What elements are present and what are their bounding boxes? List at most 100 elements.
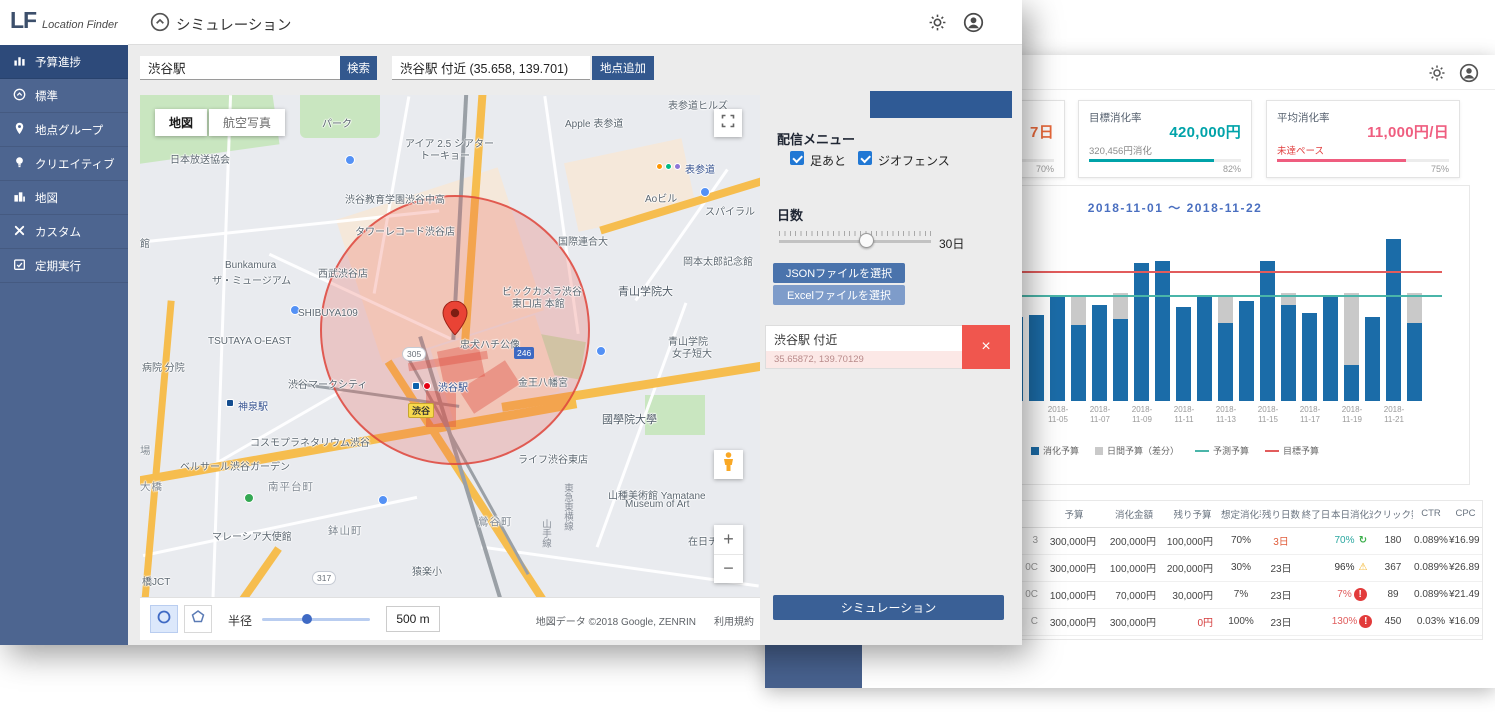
kpi-value: 11,000円/日 [1367,121,1449,142]
chart-bar [1113,293,1128,401]
map-label: 東急東横線 [560,483,574,531]
app-logo: LF Location Finder [0,0,128,45]
column-header: 残り予算 [1164,501,1221,527]
map-label: 表参道 [685,161,715,176]
remove-location-button[interactable]: × [962,325,1010,369]
radius-slider-handle[interactable] [302,614,312,624]
logo-name: Location Finder [42,19,118,31]
selected-location-field[interactable] [392,56,590,80]
sidebar-item-location-group[interactable]: 地点グループ [0,113,128,147]
map-label: 女子短大 [672,345,712,360]
chart-line-target [954,271,1442,273]
days-slider[interactable] [779,240,931,243]
pace-status-icon: ! [1354,588,1367,601]
cell-days-left: 23日 [1261,581,1301,608]
map-label: TSUTAYA O-EAST [208,336,291,347]
keyword-input[interactable] [140,56,340,80]
legend-label: 目標予算 [1283,444,1319,457]
cell-pace: 7%! [1331,581,1373,608]
select-excel-file-button[interactable]: Excelファイルを選択 [773,285,905,305]
chart-bar [1281,293,1296,401]
chart-bar [1302,313,1317,401]
zoom-out-button[interactable]: − [714,555,743,584]
fullscreen-button[interactable] [714,109,742,137]
settings-gear-icon[interactable] [1428,64,1446,87]
fullscreen-icon [721,114,735,133]
panel-top-clipped-button[interactable] [870,91,1012,118]
map-label: ベルサール渋谷ガーデン [180,458,290,473]
chart-bar [1092,305,1107,401]
kpi-label: 平均消化率 [1277,110,1330,125]
sidebar-item-budget-progress[interactable]: 予算進捗 [0,45,128,79]
map-label: 大橋 [140,479,163,494]
cell-end-date [1301,527,1331,554]
content-area: 日本放送協会パークアイア 2.5 シアタートーキョーApple 表参道表参道ヒル… [128,90,1022,645]
polygon-tool-icon [190,609,206,630]
footprint-checkbox[interactable] [790,151,804,165]
chart-bar [1344,293,1359,401]
cell-clicks: 89 [1373,581,1413,608]
header: シミュレーション [128,0,1022,45]
column-header: CTR [1413,501,1449,527]
map-label: パーク [322,115,352,130]
chart-bar [1155,261,1170,401]
location-list-item: 渋谷駅 付近 35.65872, 139.70129 × [765,325,1010,369]
map-canvas[interactable]: 日本放送協会パークアイア 2.5 シアタートーキョーApple 表参道表参道ヒル… [140,95,760,640]
map-label: 館 [140,235,150,250]
column-header: 消化金額 [1104,501,1164,527]
radius-value-field[interactable]: 500 m [386,606,440,632]
sidebar-item-scheduled-run[interactable]: 定期実行 [0,249,128,283]
street-view-pegman-button[interactable] [714,450,743,479]
map-label: 渋谷教育学園渋谷中高 [345,191,445,206]
cell-end-date [1301,554,1331,581]
page-title: シミュレーション [176,14,291,35]
zoom-in-button[interactable]: + [714,525,743,555]
column-header: 残り日数 [1261,501,1301,527]
map-label: マレーシア大使館 [212,528,292,543]
cell-spent: 200,000円 [1104,527,1164,554]
map-label: 病院 分院 [142,359,185,374]
cell-clicks: 450 [1373,608,1413,635]
simulation-panel: 配信メニュー 足あと ジオフェンス 日数 30日 JSONファイルを選択 Exc… [765,95,1010,645]
legend-label: 日間予算（差分） [1107,444,1179,457]
circle-tool-icon [156,609,172,630]
radius-slider[interactable] [262,618,370,621]
map-label: 西武渋谷店 [318,265,368,280]
map-label: ライフ渋谷東店 [518,451,588,466]
polygon-draw-tool[interactable] [184,605,212,633]
select-json-file-button[interactable]: JSONファイルを選択 [773,263,905,283]
cell-clicks: 367 [1373,554,1413,581]
days-slider-handle[interactable] [859,233,874,248]
legend-swatch-diff [1095,447,1103,455]
map-type-satellite-button[interactable]: 航空写真 [209,109,285,136]
map-label: 日本放送協会 [170,151,230,166]
search-button[interactable]: 検索 [340,56,377,80]
pace-value: 130% [1332,616,1358,627]
pace-value: 7% [1337,589,1351,600]
account-person-icon[interactable] [1459,63,1479,88]
cell-remaining: 200,000円 [1164,554,1221,581]
terms-link[interactable]: 利用規約 [714,613,754,628]
sidebar-item-standard[interactable]: 標準 [0,79,128,113]
sidebar-item-map[interactable]: 地図 [0,181,128,215]
chart-line-forecast [954,295,1442,297]
geofence-checkbox[interactable] [858,151,872,165]
account-person-icon[interactable] [963,12,984,38]
cell-ctr: 0.089% [1413,554,1449,581]
sidebar-item-custom[interactable]: カスタム [0,215,128,249]
chart-bars: 2018-11-052018-11-072018-11-092018-11-11… [966,226,1428,401]
add-location-button[interactable]: 地点追加 [592,56,654,80]
cell-pace: 70%↻ [1331,527,1373,554]
circle-draw-tool[interactable] [150,605,178,633]
map-type-map-button[interactable]: 地図 [155,109,207,136]
sidebar-item-creative[interactable]: クリエイティブ [0,147,128,181]
radius-label: 半径 [228,612,252,629]
map-pin-marker[interactable] [442,301,468,340]
chart-bar [1134,263,1149,401]
run-simulation-button[interactable]: シミュレーション [773,595,1004,620]
map-toolbar: 半径 500 m 地図データ ©2018 Google, ZENRIN 利用規約 [140,597,760,640]
column-header: 予算 [1044,501,1104,527]
chart-bar [1029,315,1044,401]
settings-gear-icon[interactable] [928,13,947,37]
sidebar-item-label: 標準 [35,88,58,104]
